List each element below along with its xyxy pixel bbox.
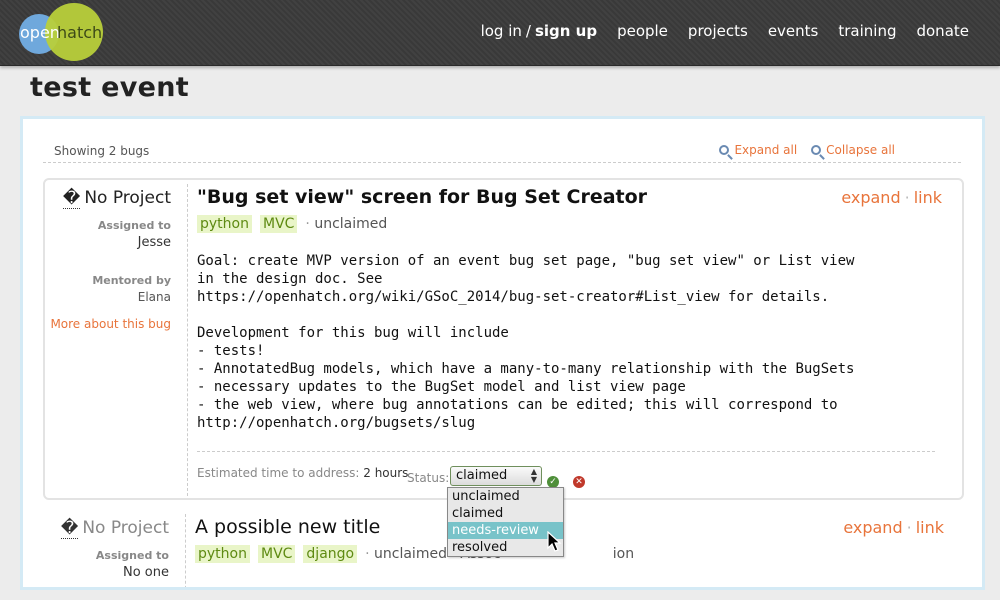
permalink[interactable]: link xyxy=(914,188,942,207)
tag[interactable]: python xyxy=(195,545,250,563)
collapse-all-label: Collapse all xyxy=(826,143,895,157)
login-link[interactable]: log in xyxy=(481,22,522,40)
bug-card: � No Project Assigned to Jesse Mentored b… xyxy=(43,178,964,500)
tag[interactable]: MVC xyxy=(259,215,298,233)
collapse-all-link[interactable]: Collapse all xyxy=(811,143,895,157)
bug-description: Goal: create MVP version of an event bug… xyxy=(197,253,855,431)
state-separator: · xyxy=(305,216,310,232)
login-signup: log in / sign up xyxy=(481,22,598,40)
project-name: � No Project xyxy=(62,188,171,209)
link-separator: · xyxy=(904,188,910,207)
vertical-divider xyxy=(187,184,188,496)
permalink[interactable]: link xyxy=(916,518,944,537)
cancel-icon[interactable]: ✕ xyxy=(573,476,585,488)
tag[interactable]: python xyxy=(197,215,252,233)
assigned-value: No one xyxy=(122,565,169,580)
mentor-value: Elana xyxy=(137,290,171,304)
card-links: expand · link xyxy=(841,188,942,207)
tag[interactable]: MVC xyxy=(257,545,296,563)
tag-list: python MVC · unclaimed xyxy=(197,215,387,233)
est-value: 2 hours xyxy=(363,466,409,480)
status-select[interactable]: claimed ▲ ▼ xyxy=(450,466,542,486)
magnifier-icon xyxy=(719,145,730,155)
expand-all-label: Expand all xyxy=(734,143,798,157)
page-title: test event xyxy=(30,72,189,103)
nav-projects[interactable]: projects xyxy=(688,22,748,40)
vertical-divider xyxy=(185,514,186,587)
state-text: unclaimed xyxy=(374,546,447,562)
select-arrows-icon: ▲ ▼ xyxy=(530,467,537,484)
nav-donate[interactable]: donate xyxy=(916,22,969,40)
tag[interactable]: django xyxy=(303,545,358,563)
expand-link[interactable]: expand xyxy=(841,188,900,207)
logo-text-open: open xyxy=(20,23,60,42)
expand-collapse-controls: Expand all Collapse all xyxy=(719,143,895,157)
assigned-value: Jesse xyxy=(137,235,171,250)
divider xyxy=(197,451,935,452)
mentored-label: Mentored by xyxy=(92,274,171,287)
more-about-bug-link[interactable]: More about this bug xyxy=(50,317,171,331)
nav-people[interactable]: people xyxy=(617,22,668,40)
top-navigation-bar: open hatch log in / sign up people project… xyxy=(0,0,1000,66)
bug-title[interactable]: "Bug set view" screen for Bug Set Creato… xyxy=(197,186,647,208)
magnifier-icon xyxy=(811,145,822,155)
nav-events[interactable]: events xyxy=(768,22,819,40)
bug-title[interactable]: A possible new title xyxy=(195,516,380,538)
assigned-label: Assigned to xyxy=(95,549,169,562)
signup-link[interactable]: sign up xyxy=(535,22,597,40)
openhatch-logo[interactable]: open hatch xyxy=(19,3,105,63)
status-label: Status: xyxy=(407,471,450,485)
expand-link[interactable]: expand xyxy=(843,518,902,537)
status-option[interactable]: unclaimed xyxy=(448,488,563,505)
status-option[interactable]: claimed xyxy=(448,505,563,522)
link-separator: · xyxy=(906,518,912,537)
logo-text-hatch: hatch xyxy=(57,23,103,42)
assigned-label: Assigned to xyxy=(97,219,171,232)
claim-state: · unclaimed xyxy=(305,216,387,232)
extra-text-tail: ion xyxy=(612,546,635,562)
project-label: No Project xyxy=(82,518,169,538)
state-separator: · xyxy=(365,546,370,562)
nav-slash: / xyxy=(525,22,531,40)
estimated-time: Estimated time to address: 2 hours xyxy=(197,466,408,480)
project-glyph: � xyxy=(60,518,79,539)
status-selected-value: claimed xyxy=(456,468,508,483)
tag-list: python MVC django · unclaimed · Associon xyxy=(195,545,634,563)
project-glyph: � xyxy=(62,188,81,209)
project-name: � No Project xyxy=(60,518,169,539)
status-option-highlighted[interactable]: needs-review xyxy=(448,522,563,539)
mouse-cursor-icon xyxy=(547,531,562,552)
card-links: expand · link xyxy=(843,518,944,537)
state-text: unclaimed xyxy=(314,216,388,232)
project-label: No Project xyxy=(84,188,171,208)
bug-count: Showing 2 bugs xyxy=(54,144,150,158)
expand-all-link[interactable]: Expand all xyxy=(719,143,797,157)
status-option[interactable]: resolved xyxy=(448,539,563,556)
divider xyxy=(43,162,961,163)
est-label: Estimated time to address: xyxy=(197,466,360,480)
nav-training[interactable]: training xyxy=(838,22,896,40)
main-nav: log in / sign up people projects events tr… xyxy=(481,22,969,40)
